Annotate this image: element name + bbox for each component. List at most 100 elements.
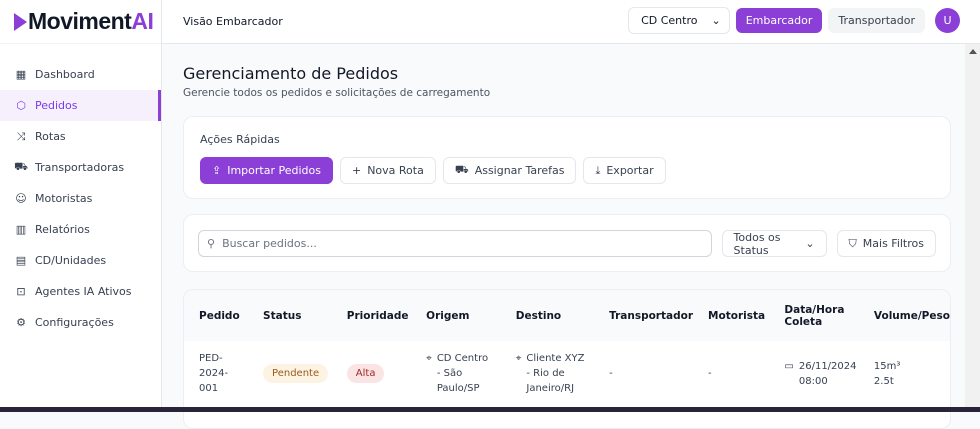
logo-text: Moviment bbox=[28, 8, 132, 34]
sidebar-item-label: CD/Unidades bbox=[35, 254, 107, 267]
cell-pedido: PED-2024-001 bbox=[199, 353, 229, 394]
assign-label: Assignar Tarefas bbox=[474, 164, 565, 177]
col-motorista[interactable]: Motorista bbox=[693, 290, 770, 341]
origem-text: CD Centro - São Paulo/SP bbox=[436, 353, 489, 394]
quick-actions-card: Ações Rápidas ⇪ Importar Pedidos + Nova Ro… bbox=[183, 116, 951, 199]
map-pin-icon: ⌖ bbox=[515, 353, 522, 364]
sidebar-item-label: Configurações bbox=[35, 316, 114, 329]
col-transportador[interactable]: Transportador bbox=[594, 290, 694, 341]
status-badge: Pendente bbox=[263, 364, 329, 383]
priority-badge: Alta bbox=[346, 364, 385, 383]
download-icon: ⤓ bbox=[595, 163, 601, 177]
sidebar-item-label: Agentes IA Ativos bbox=[35, 285, 132, 298]
export-label: Exportar bbox=[606, 164, 654, 177]
col-volume-peso[interactable]: Volume/Peso bbox=[858, 290, 950, 341]
sidebar-item-relat-rios[interactable]: ▥ Relatórios bbox=[0, 214, 161, 245]
search-icon: ⚲ bbox=[207, 237, 216, 250]
cell-prioridade: Alta bbox=[332, 341, 411, 402]
main-content: Gerenciamento de Pedidos Gerencie todos … bbox=[183, 44, 951, 429]
logo-ai: AI bbox=[131, 8, 154, 34]
table-header-row: Pedido Status Prioridade Origem Destino … bbox=[184, 290, 950, 341]
scroll-up-arrow-icon[interactable] bbox=[968, 49, 977, 54]
assign-tasks-button[interactable]: ⛟ Assignar Tarefas bbox=[442, 157, 577, 184]
more-filters-button[interactable]: ⛉ Mais Filtros bbox=[836, 230, 936, 257]
users-icon: ☺ bbox=[15, 192, 27, 205]
cell-origem: ⌖ CD Centro - São Paulo/SP bbox=[411, 341, 501, 402]
data-text: 26/11/2024 bbox=[798, 360, 857, 372]
sidebar: Moviment AI ▦ Dashboard ⬡ Pedidos ⤨ Rotas ⛟ Tran… bbox=[0, 0, 162, 412]
cell-status: Pendente bbox=[248, 341, 332, 402]
taskbar-edge bbox=[0, 407, 980, 412]
col-destino[interactable]: Destino bbox=[500, 290, 595, 341]
sidebar-item-label: Pedidos bbox=[35, 99, 78, 112]
plus-icon: + bbox=[351, 164, 362, 177]
new-route-label: Nova Rota bbox=[367, 164, 424, 177]
status-select-value: Todos os Status bbox=[733, 230, 781, 257]
page-title: Gerenciamento de Pedidos bbox=[183, 64, 399, 83]
destino-text: Cliente XYZ - Rio de Janeiro/RJ bbox=[526, 353, 585, 394]
logo-play-icon bbox=[14, 12, 27, 31]
scrollbar[interactable] bbox=[965, 44, 980, 407]
filters-card: ⚲ Buscar pedidos... Todos os Status ⌄ ⛉ Mai… bbox=[183, 214, 951, 272]
sidebar-item-motoristas[interactable]: ☺ Motoristas bbox=[0, 183, 161, 214]
header: Visão Embarcador CD Centro ⌄ Embarcador T… bbox=[162, 0, 980, 44]
bot-icon: ⊡ bbox=[16, 285, 26, 298]
col-prioridade[interactable]: Prioridade bbox=[331, 290, 412, 341]
col-origem[interactable]: Origem bbox=[411, 290, 501, 341]
volume-text: 15m³ bbox=[873, 360, 901, 372]
sidebar-item-label: Transportadoras bbox=[35, 161, 125, 174]
sidebar-item-dashboard[interactable]: ▦ Dashboard bbox=[0, 59, 161, 90]
col-data-hora[interactable]: Data/Hora Coleta bbox=[769, 290, 859, 341]
cell-data: ▭ 26/11/2024 08:00 bbox=[769, 341, 859, 402]
more-filters-label: Mais Filtros bbox=[862, 237, 924, 250]
avatar[interactable]: U bbox=[935, 8, 960, 33]
sidebar-item-pedidos[interactable]: ⬡ Pedidos bbox=[0, 90, 161, 121]
orders-table: Pedido Status Prioridade Origem Destino … bbox=[184, 290, 950, 402]
dashboard-icon: ▦ bbox=[15, 68, 27, 81]
route-icon: ⤨ bbox=[16, 129, 26, 143]
search-placeholder: Buscar pedidos... bbox=[222, 237, 317, 250]
cd-select[interactable]: CD Centro ⌄ bbox=[628, 7, 730, 34]
logo[interactable]: Moviment AI bbox=[0, 0, 161, 44]
col-pedido[interactable]: Pedido bbox=[184, 290, 249, 341]
col-status[interactable]: Status bbox=[248, 290, 332, 341]
view-title: Visão Embarcador bbox=[183, 15, 283, 28]
sidebar-item-rotas[interactable]: ⤨ Rotas bbox=[0, 121, 161, 152]
chevron-down-icon: ⌄ bbox=[711, 14, 721, 27]
map-pin-icon: ⌖ bbox=[426, 353, 432, 364]
new-route-button[interactable]: + Nova Rota bbox=[339, 157, 436, 184]
sidebar-item-label: Motoristas bbox=[35, 192, 93, 205]
cell-motorista: - bbox=[708, 368, 712, 379]
hora-text: 08:00 bbox=[798, 375, 828, 387]
sidebar-nav: ▦ Dashboard ⬡ Pedidos ⤨ Rotas ⛟ Transportadoras… bbox=[0, 59, 161, 338]
package-icon: ⬡ bbox=[16, 99, 26, 112]
sidebar-item-cd-unidades[interactable]: ▤ CD/Unidades bbox=[0, 245, 161, 276]
cell-destino: ⌖ Cliente XYZ - Rio de Janeiro/RJ bbox=[501, 341, 594, 402]
calendar-icon: ▭ bbox=[784, 360, 794, 372]
truck-icon: ⛟ bbox=[454, 163, 469, 176]
page-subtitle: Gerencie todos os pedidos e solicitações… bbox=[183, 87, 491, 99]
search-input[interactable]: ⚲ Buscar pedidos... bbox=[198, 230, 712, 257]
quick-actions-label: Ações Rápidas bbox=[200, 133, 280, 146]
import-label: Importar Pedidos bbox=[227, 164, 321, 177]
embarcador-button[interactable]: Embarcador bbox=[735, 8, 823, 33]
chevron-down-icon: ⌄ bbox=[805, 237, 815, 250]
status-select[interactable]: Todos os Status ⌄ bbox=[721, 230, 827, 257]
gear-icon: ⚙ bbox=[16, 316, 26, 329]
sidebar-item-configura-es[interactable]: ⚙ Configurações bbox=[0, 307, 161, 338]
cell-volume: 15m³ 2.5t bbox=[859, 341, 950, 402]
sidebar-item-label: Rotas bbox=[35, 130, 66, 143]
building-icon: ▤ bbox=[15, 254, 27, 267]
upload-icon: ⇪ bbox=[212, 164, 222, 177]
sidebar-item-agentes-ia-ativos[interactable]: ⊡ Agentes IA Ativos bbox=[0, 276, 161, 307]
peso-text: 2.5t bbox=[873, 375, 894, 387]
export-button[interactable]: ⤓ Exportar bbox=[583, 157, 666, 184]
cd-select-value: CD Centro bbox=[641, 14, 698, 27]
sidebar-item-label: Relatórios bbox=[35, 223, 90, 236]
table-row[interactable]: PED-2024-001 Pendente Alta ⌖ CD Centro - … bbox=[184, 341, 950, 402]
transportador-button[interactable]: Transportador bbox=[828, 8, 925, 33]
sidebar-item-transportadoras[interactable]: ⛟ Transportadoras bbox=[0, 152, 161, 183]
filter-icon: ⛉ bbox=[848, 236, 857, 250]
chart-icon: ▥ bbox=[15, 223, 27, 236]
import-orders-button[interactable]: ⇪ Importar Pedidos bbox=[200, 157, 333, 184]
